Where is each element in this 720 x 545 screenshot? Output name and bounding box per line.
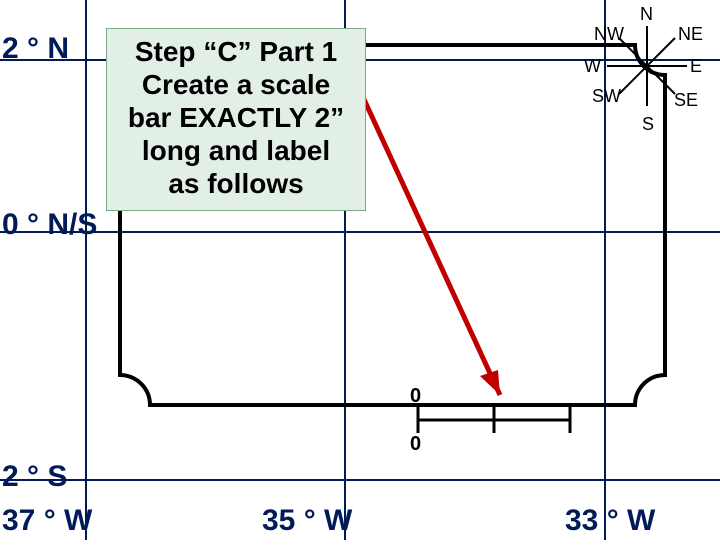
scale-svg: [410, 395, 580, 445]
compass-w: W: [584, 56, 601, 77]
lat-0ns: 0 ° N/S: [2, 208, 97, 242]
callout-line: bar EXACTLY 2”: [117, 101, 355, 134]
compass-ne: NE: [678, 24, 703, 45]
lon-37w: 37 ° W: [2, 504, 92, 538]
callout-line: long and label: [117, 134, 355, 167]
compass-nw: NW: [594, 24, 624, 45]
compass-sw: SW: [592, 86, 621, 107]
compass-rose: N NE E SE S SW W NW: [552, 6, 702, 146]
diagram-stage: 2 ° N 0 ° N/S 2 ° S 37 ° W 35 ° W 33 ° W…: [0, 0, 720, 540]
scale-bottom-zero: 0: [410, 433, 421, 456]
lat-2s: 2 ° S: [2, 460, 67, 494]
arrow: [362, 95, 500, 395]
callout-line: Create a scale: [117, 68, 355, 101]
instruction-callout: Step “C” Part 1 Create a scale bar EXACT…: [106, 28, 366, 211]
compass-e: E: [690, 56, 702, 77]
callout-line: as follows: [117, 167, 355, 200]
lon-35w: 35 ° W: [262, 504, 352, 538]
callout-line: Step “C” Part 1: [117, 35, 355, 68]
lat-2n: 2 ° N: [2, 32, 69, 66]
compass-n: N: [640, 4, 653, 25]
compass-s: S: [642, 114, 654, 135]
compass-se: SE: [674, 90, 698, 111]
scale-top-zero: 0: [410, 385, 421, 408]
lon-33w: 33 ° W: [565, 504, 655, 538]
scale-bar: 0 0: [410, 395, 580, 455]
